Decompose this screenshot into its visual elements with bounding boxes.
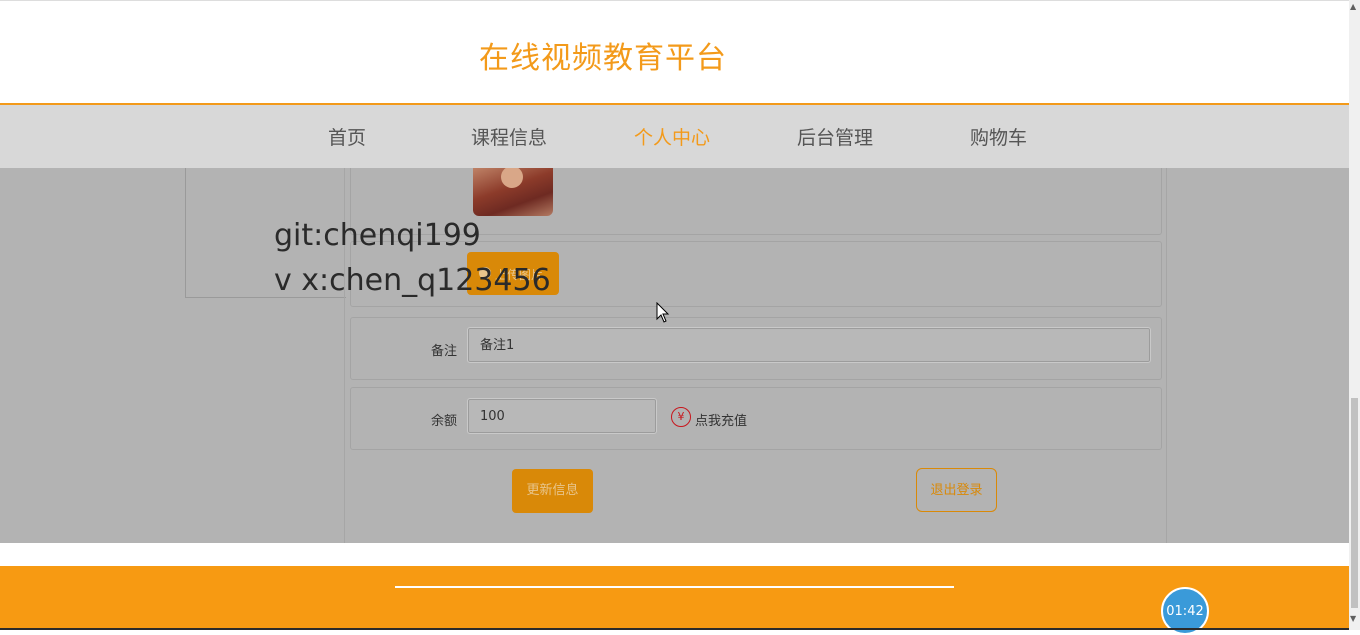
- watermark-line-2: v x:chen_q123456: [274, 263, 551, 298]
- site-footer: [0, 566, 1349, 628]
- recharge-link[interactable]: 点我充值: [695, 410, 747, 429]
- nav-item-home[interactable]: 首页: [328, 123, 366, 150]
- page-scrollbar[interactable]: ▲ ▼: [1349, 0, 1360, 630]
- footer-divider: [395, 586, 954, 588]
- mouse-cursor-icon: [656, 302, 670, 323]
- remark-label: 备注: [431, 344, 458, 359]
- avatar-face: [501, 168, 523, 188]
- avatar: [473, 168, 553, 216]
- nav-item-cart[interactable]: 购物车: [970, 123, 1027, 150]
- remark-row: 备注 备注1: [350, 317, 1162, 380]
- balance-input[interactable]: 100: [467, 398, 657, 434]
- watermark-line-1: git:chenqi199: [274, 218, 481, 253]
- balance-label: 余额: [431, 414, 458, 429]
- scroll-thumb[interactable]: [1351, 398, 1358, 608]
- scroll-up-icon[interactable]: ▲: [1350, 2, 1356, 11]
- yen-icon[interactable]: ¥: [671, 407, 691, 427]
- site-title: 在线视频教育平台: [479, 41, 727, 76]
- scroll-down-icon[interactable]: ▼: [1350, 614, 1356, 623]
- update-info-button[interactable]: 更新信息: [512, 469, 593, 513]
- nav-item-courses[interactable]: 课程信息: [471, 123, 547, 150]
- remark-input[interactable]: 备注1: [467, 327, 1151, 363]
- profile-content: 上传图片 备注 备注1 余额 100 ¥ 点我充值 更新信息 退出登录 git:…: [0, 168, 1349, 543]
- logout-button[interactable]: 退出登录: [916, 468, 997, 512]
- main-nav: 首页 课程信息 个人中心 后台管理 购物车: [0, 105, 1349, 168]
- nav-item-admin[interactable]: 后台管理: [797, 123, 873, 150]
- site-header: 在线视频教育平台: [0, 0, 1349, 104]
- balance-row: 余额 100 ¥ 点我充值: [350, 387, 1162, 450]
- nav-item-personal-center[interactable]: 个人中心: [634, 123, 710, 150]
